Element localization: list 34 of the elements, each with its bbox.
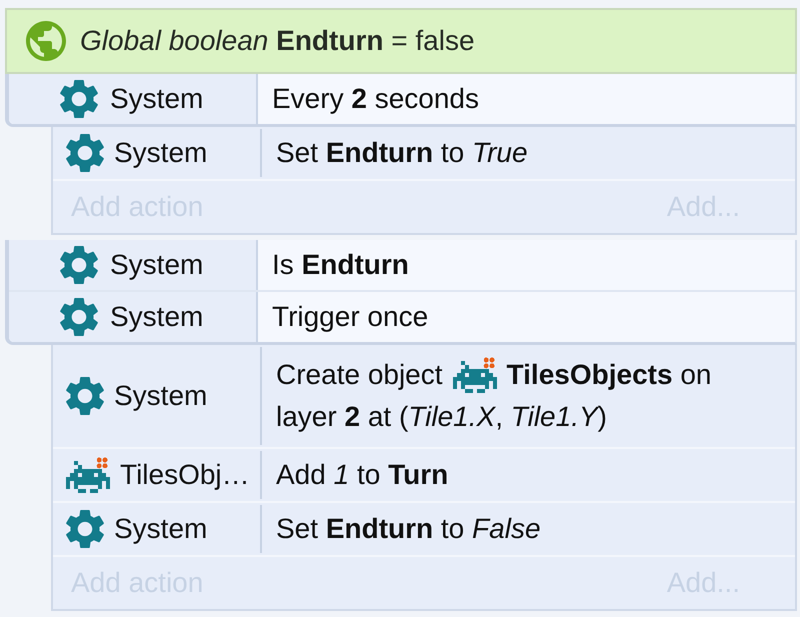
action-text: Add 1 to Turn bbox=[276, 458, 448, 492]
action-text: Set Endturn to True bbox=[276, 136, 528, 170]
gear-icon bbox=[60, 245, 98, 285]
object-name: System bbox=[110, 248, 204, 282]
gear-icon bbox=[66, 133, 104, 173]
object-name: TilesObj… bbox=[120, 458, 250, 492]
condition-text: Every 2 seconds bbox=[272, 82, 480, 116]
condition-text: Is Endturn bbox=[272, 248, 409, 282]
action-row[interactable]: System Create object TilesObjects on layer 2 at (Tile1.X, Tile1.Y) bbox=[53, 345, 795, 447]
space-invader-icon bbox=[452, 357, 497, 393]
object-name: System bbox=[114, 512, 208, 546]
action-text: layer 2 at (Tile1.X, Tile1.Y) bbox=[276, 400, 607, 434]
condition-row[interactable]: System Is Endturn bbox=[9, 240, 795, 290]
object-name: System bbox=[110, 300, 204, 334]
globe-icon bbox=[26, 21, 66, 61]
object-name: System bbox=[114, 136, 208, 170]
space-invader-icon bbox=[66, 457, 110, 493]
gear-icon bbox=[60, 297, 98, 337]
object-name: System bbox=[110, 82, 204, 116]
action-text: Create object bbox=[276, 358, 443, 392]
object-name: System bbox=[114, 379, 208, 413]
action-row[interactable]: TilesObj… Add 1 to Turn bbox=[53, 449, 795, 501]
gear-icon bbox=[66, 509, 104, 549]
action-text: Set Endturn to False bbox=[276, 512, 541, 546]
condition-text: Trigger once bbox=[272, 300, 428, 334]
variable-declaration: Global boolean Endturn = false bbox=[80, 24, 475, 58]
gear-icon bbox=[66, 376, 104, 416]
condition-row[interactable]: System Every 2 seconds bbox=[9, 74, 795, 124]
action-text: TilesObjects on bbox=[506, 358, 712, 392]
action-row[interactable]: System Set Endturn to False bbox=[53, 503, 795, 555]
gear-icon bbox=[60, 79, 98, 119]
condition-row[interactable]: System Trigger once bbox=[9, 292, 795, 342]
action-row[interactable]: System Set Endturn to True bbox=[53, 127, 795, 179]
global-variable-bar[interactable]: Global boolean Endturn = false bbox=[5, 8, 797, 74]
